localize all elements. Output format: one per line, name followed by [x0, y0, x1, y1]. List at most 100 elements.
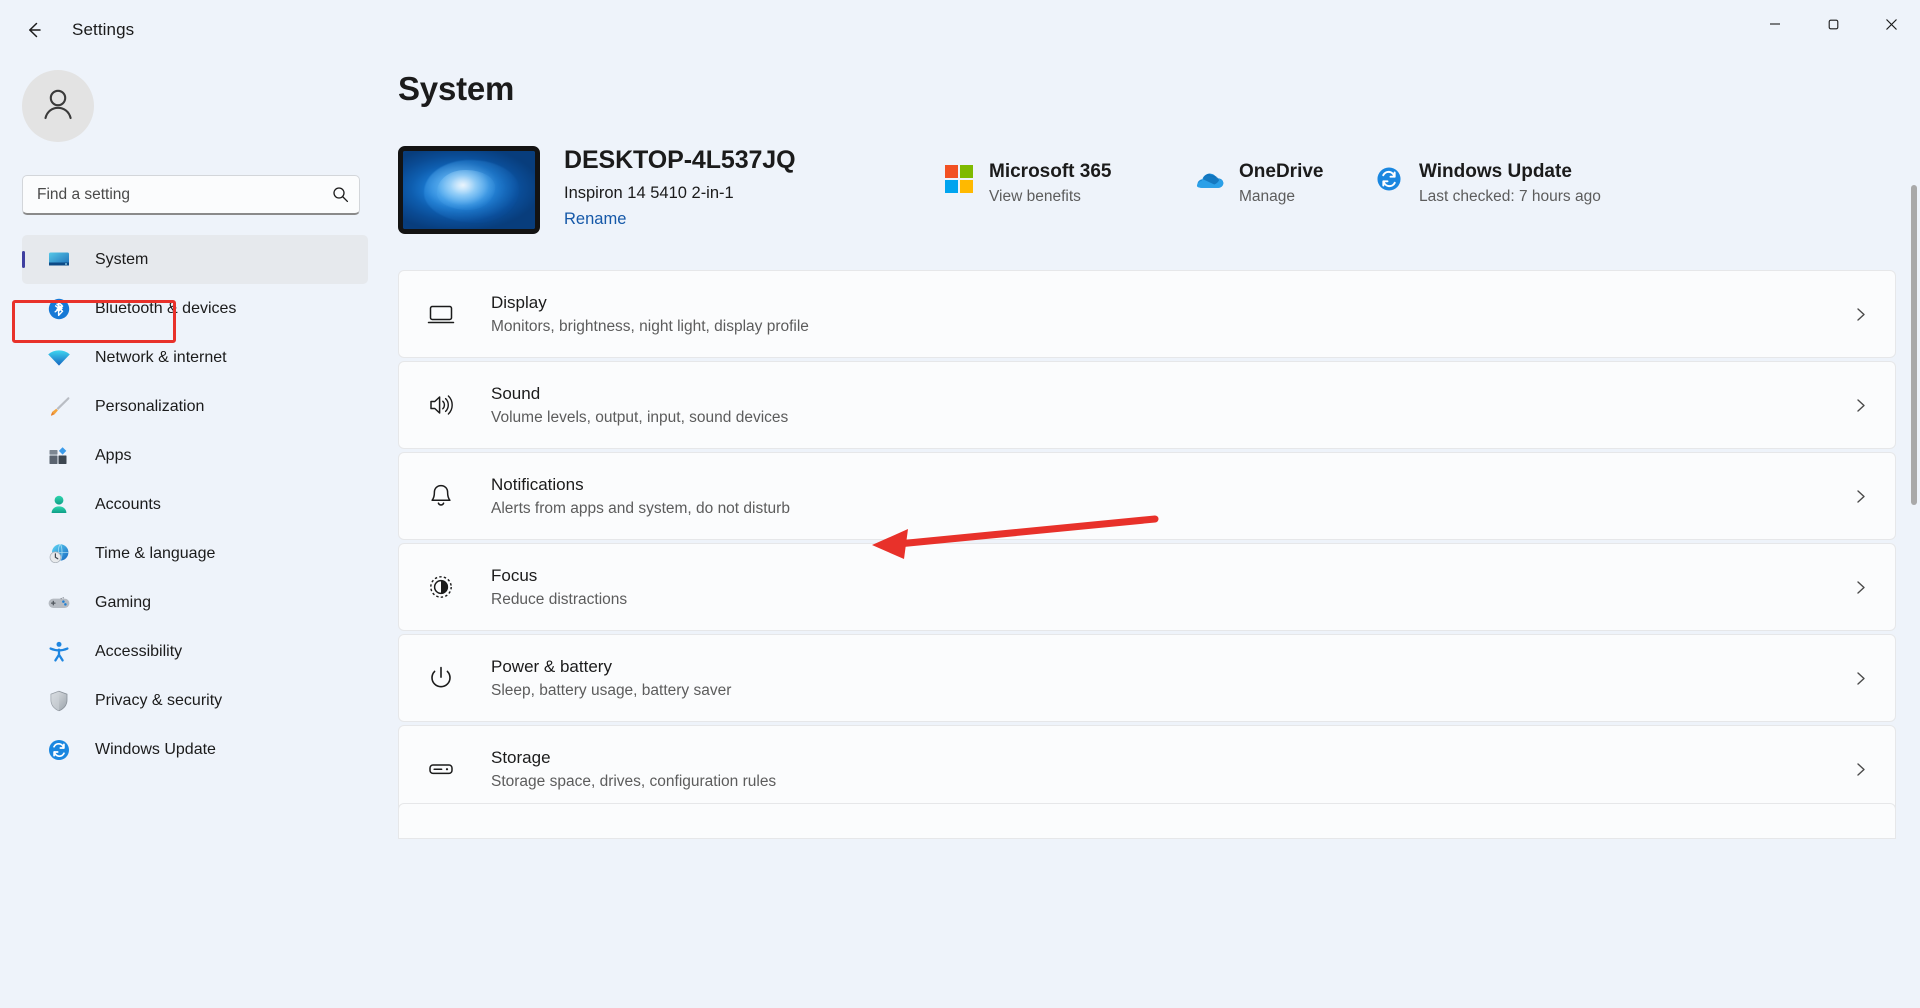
onedrive-cloud-icon — [1193, 163, 1225, 195]
service-subtitle[interactable]: View benefits — [989, 188, 1111, 206]
shield-icon — [44, 688, 74, 714]
power-icon — [421, 663, 461, 693]
sidebar-item-network-internet[interactable]: Network & internet — [22, 333, 368, 382]
window-title: Settings — [72, 20, 135, 39]
sidebar-item-system[interactable]: System — [22, 235, 368, 284]
sidebar-item-label: Bluetooth & devices — [95, 299, 237, 317]
chevron-right-icon — [1852, 670, 1869, 687]
paintbrush-icon — [44, 394, 74, 420]
settings-row-title: Display — [491, 292, 547, 312]
system-monitor-icon — [44, 247, 74, 273]
sidebar-item-gaming[interactable]: Gaming — [22, 578, 368, 627]
window-controls — [1746, 0, 1920, 48]
settings-row-display[interactable]: Display Monitors, brightness, night ligh… — [398, 270, 1896, 358]
service-title: OneDrive — [1239, 161, 1324, 182]
search-box[interactable] — [22, 175, 360, 215]
settings-row-title: Power & battery — [491, 656, 612, 676]
title-bar: Settings — [0, 0, 1920, 60]
service-title: Windows Update — [1419, 161, 1572, 182]
settings-row-partial[interactable] — [398, 803, 1896, 839]
back-button[interactable] — [12, 8, 56, 52]
sidebar-nav: System Bluetooth & devices Network & int… — [0, 235, 390, 774]
sidebar-item-label: Windows Update — [95, 740, 216, 758]
clock-globe-icon — [44, 541, 74, 567]
services-row: Microsoft 365 View benefits OneDrive Man… — [943, 160, 1903, 206]
settings-row-notifications[interactable]: Notifications Alerts from apps and syste… — [398, 452, 1896, 540]
settings-row-subtitle: Reduce distractions — [491, 590, 628, 608]
settings-row-subtitle: Volume levels, output, input, sound devi… — [491, 408, 789, 426]
settings-row-sound[interactable]: Sound Volume levels, output, input, soun… — [398, 361, 1896, 449]
sidebar-item-time-language[interactable]: Time & language — [22, 529, 368, 578]
service-onedrive[interactable]: OneDrive Manage — [1193, 160, 1373, 206]
service-subtitle[interactable]: Manage — [1239, 188, 1323, 206]
bluetooth-icon — [44, 296, 74, 322]
service-microsoft-365[interactable]: Microsoft 365 View benefits — [943, 160, 1193, 206]
sidebar: System Bluetooth & devices — [0, 60, 390, 1008]
page-title: System — [398, 70, 515, 107]
chevron-right-icon — [1852, 397, 1869, 414]
wifi-icon — [44, 345, 74, 371]
sidebar-item-label: Privacy & security — [95, 691, 223, 709]
settings-row-subtitle: Alerts from apps and system, do not dist… — [491, 499, 790, 517]
service-windows-update[interactable]: Windows Update Last checked: 7 hours ago — [1373, 160, 1703, 206]
settings-row-title: Storage — [491, 747, 551, 767]
back-arrow-icon — [23, 19, 45, 41]
scrollbar-thumb[interactable] — [1911, 185, 1917, 505]
sidebar-item-label: Network & internet — [95, 348, 227, 366]
device-header: DESKTOP-4L537JQ Inspiron 14 5410 2-in-1 … — [398, 146, 1898, 238]
sidebar-item-apps[interactable]: Apps — [22, 431, 368, 480]
display-monitor-icon — [421, 299, 461, 329]
sidebar-item-personalization[interactable]: Personalization — [22, 382, 368, 431]
accessibility-person-icon — [44, 639, 74, 665]
search-container — [22, 175, 360, 215]
settings-row-subtitle: Monitors, brightness, night light, displ… — [491, 317, 809, 335]
service-subtitle: Last checked: 7 hours ago — [1419, 188, 1601, 205]
chevron-right-icon — [1852, 306, 1869, 323]
settings-row-title: Sound — [491, 383, 541, 403]
update-refresh-icon — [44, 737, 74, 763]
minimize-button[interactable] — [1746, 0, 1804, 48]
gamepad-icon — [44, 590, 74, 616]
microsoft-logo-icon — [943, 163, 975, 195]
sidebar-item-bluetooth-devices[interactable]: Bluetooth & devices — [22, 284, 368, 333]
settings-row-focus[interactable]: Focus Reduce distractions — [398, 543, 1896, 631]
rename-link[interactable]: Rename — [564, 210, 626, 229]
sidebar-item-windows-update[interactable]: Windows Update — [22, 725, 368, 774]
search-icon[interactable] — [332, 186, 349, 203]
windows-wallpaper-thumbnail — [398, 146, 540, 234]
chevron-right-icon — [1852, 761, 1869, 778]
close-button[interactable] — [1862, 0, 1920, 48]
search-input[interactable] — [37, 185, 332, 204]
settings-list: Display Monitors, brightness, night ligh… — [398, 270, 1896, 816]
sidebar-item-accounts[interactable]: Accounts — [22, 480, 368, 529]
apps-icon — [44, 443, 74, 469]
speaker-icon — [421, 390, 461, 420]
update-refresh-icon — [1373, 163, 1405, 195]
service-title: Microsoft 365 — [989, 161, 1112, 182]
device-model: Inspiron 14 5410 2-in-1 — [564, 184, 734, 202]
sidebar-item-label: Gaming — [95, 593, 152, 611]
settings-row-title: Focus — [491, 565, 538, 585]
chevron-right-icon — [1852, 488, 1869, 505]
device-name: DESKTOP-4L537JQ — [564, 146, 796, 174]
settings-row-storage[interactable]: Storage Storage space, drives, configura… — [398, 725, 1896, 813]
bell-icon — [421, 481, 461, 511]
selection-indicator — [22, 251, 25, 268]
avatar[interactable] — [22, 70, 94, 142]
account-person-icon — [44, 492, 74, 518]
settings-row-subtitle: Sleep, battery usage, battery saver — [491, 681, 732, 699]
settings-row-power-battery[interactable]: Power & battery Sleep, battery usage, ba… — [398, 634, 1896, 722]
sidebar-item-label: Accessibility — [95, 642, 183, 660]
chevron-right-icon — [1852, 579, 1869, 596]
storage-drive-icon — [421, 754, 461, 784]
sidebar-item-accessibility[interactable]: Accessibility — [22, 627, 368, 676]
main-content: System DESKTOP-4L537JQ Inspiron 14 5410 … — [390, 60, 1920, 1008]
sidebar-item-label: Accounts — [95, 495, 161, 513]
sidebar-item-label: Time & language — [95, 544, 216, 562]
sidebar-item-privacy-security[interactable]: Privacy & security — [22, 676, 368, 725]
focus-icon — [421, 572, 461, 602]
main-scrollbar[interactable] — [1911, 185, 1917, 1008]
settings-row-subtitle: Storage space, drives, configuration rul… — [491, 772, 777, 790]
maximize-button[interactable] — [1804, 0, 1862, 48]
sidebar-item-label: Apps — [95, 446, 132, 464]
